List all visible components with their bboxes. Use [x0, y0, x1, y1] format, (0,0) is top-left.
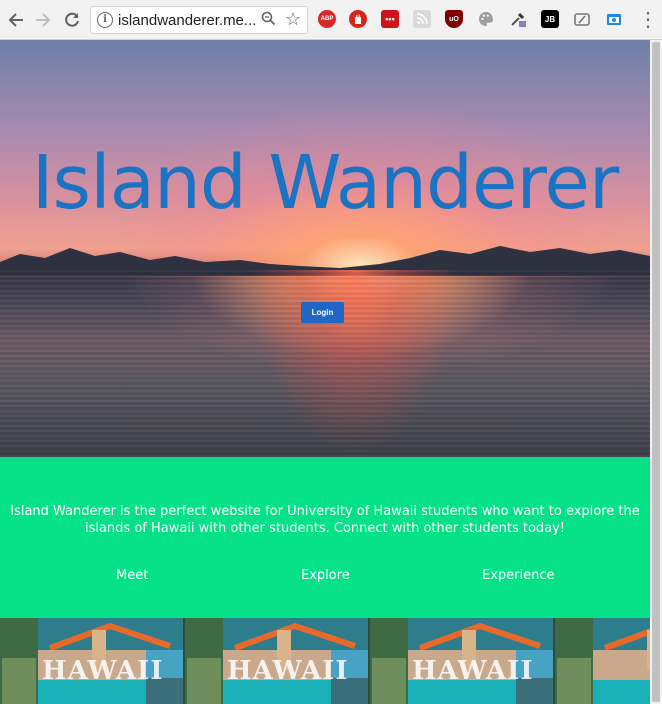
address-bar[interactable]: i islandwanderer.me... ☆	[90, 6, 308, 34]
feature-explore: Explore	[301, 568, 350, 583]
camera-icon[interactable]	[605, 10, 623, 28]
page-title: Island Wanderer	[31, 140, 620, 226]
bookmark-star-icon[interactable]: ☆	[285, 9, 301, 30]
adblock-label: ABP	[320, 16, 334, 22]
lastpass-label: •••	[385, 14, 395, 24]
hero-section: Island Wanderer Login	[0, 40, 650, 457]
info-icon[interactable]: i	[97, 12, 113, 28]
about-section: Island Wanderer is the perfect website f…	[0, 457, 650, 618]
jetbrains-label: JB	[544, 14, 556, 24]
url-text[interactable]: islandwanderer.me...	[118, 12, 256, 29]
zoom-icon[interactable]	[261, 11, 276, 31]
feature-experience: Experience	[482, 568, 555, 583]
hawaii-banner-text-2: HAWAII	[227, 656, 349, 686]
eyedropper-icon[interactable]	[509, 10, 527, 28]
lastpass-icon[interactable]: •••	[381, 10, 399, 28]
rss-icon[interactable]	[413, 10, 431, 28]
menu-dots-icon[interactable]: ⋮	[638, 8, 658, 32]
site-description: Island Wanderer is the perfect website f…	[10, 504, 640, 536]
hawaii-banner-text-1: HAWAII	[42, 656, 164, 686]
photo-collage-strip: HAWAII HAWAII HAWAII	[0, 618, 650, 704]
forward-arrow-icon[interactable]	[31, 8, 55, 32]
ublock-label: uO	[449, 15, 459, 23]
ublock-icon[interactable]: uO	[445, 10, 463, 28]
adblock-hand-icon[interactable]	[349, 10, 367, 28]
palette-icon[interactable]	[477, 10, 495, 28]
scrollbar-thumb[interactable]	[652, 42, 660, 702]
screen-tool-icon[interactable]	[573, 10, 591, 28]
back-arrow-icon[interactable]	[4, 8, 28, 32]
login-button[interactable]: Login	[301, 302, 344, 323]
reload-icon[interactable]	[60, 8, 84, 32]
feature-meet: Meet	[116, 568, 149, 583]
hawaii-banner-text-3: HAWAII	[412, 656, 534, 686]
browser-toolbar: i islandwanderer.me... ☆ ABP ••• uO JB ⋮	[0, 0, 662, 40]
jetbrains-icon[interactable]: JB	[541, 10, 559, 28]
water-texture	[0, 270, 650, 457]
adblock-plus-icon[interactable]: ABP	[318, 10, 336, 28]
